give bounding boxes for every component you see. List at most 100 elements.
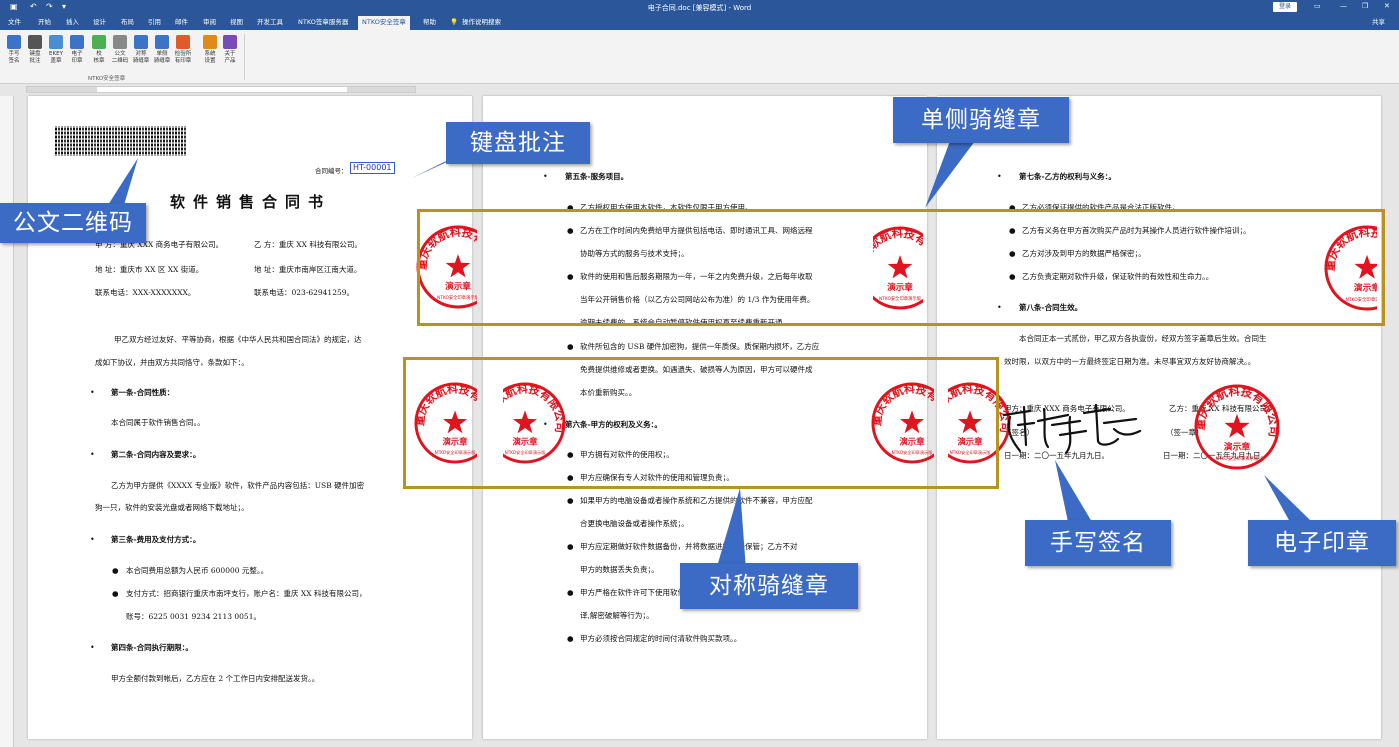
ribbon-button-label: 印章	[71, 58, 83, 64]
ribbon-button-keyboard[interactable]: 键盘 批注	[24, 35, 46, 65]
tab-file[interactable]: 文件	[8, 17, 21, 27]
electronic-seal[interactable]: 重庆软航科技有限公司 演示章 NTKO安全印章演示版	[1193, 383, 1281, 471]
ribbon-button-label: 关于	[224, 51, 236, 57]
ribbon-button-label: 手写	[8, 51, 20, 57]
ribbon-separator	[244, 34, 245, 80]
ribbon-options-icon[interactable]: ▭	[1314, 2, 1321, 10]
ribbon-button-gear[interactable]: 系统 设置	[199, 35, 221, 65]
single-side-seal-frame	[417, 209, 1385, 326]
tab-help[interactable]: 帮助	[423, 17, 436, 27]
tel-b: 联系电话：023-62941259。	[254, 288, 355, 297]
tab-ntko-seal[interactable]: NTKO安全签章	[358, 16, 410, 30]
callout-handwritten-signature: 手写签名	[1025, 520, 1171, 566]
handwritten-signature[interactable]	[1000, 395, 1145, 455]
horizontal-ruler[interactable]	[26, 86, 416, 93]
callout-qr-code: 公文二维码	[0, 203, 146, 243]
refresh-icon	[92, 35, 106, 49]
section-6-bullet-6: 甲方必须按合同规定的时间付清软件购买款项。。	[580, 634, 742, 643]
pen-icon	[7, 35, 21, 49]
svg-text:演示章: 演示章	[1224, 441, 1251, 453]
section-5-heading: 第五条-服务项目。	[565, 172, 629, 181]
section-5-bullet-4: 软件所包含的 USB 硬件加密狗，提供一年质保。质保期内损坏，乙方应	[580, 342, 820, 351]
ribbon-button-label: 系统	[204, 51, 216, 57]
title-bar: ▣ ↶ ↷ ▾ 电子合同.doc [兼容模式] - Word 登录 ▭ — ❐ …	[0, 0, 1399, 14]
ribbon-button-label: 核章	[93, 58, 105, 64]
tab-layout[interactable]: 布局	[121, 17, 134, 27]
stamp-icon	[70, 35, 84, 49]
single-seal-icon	[155, 35, 169, 49]
ribbon-button-label: 键盘	[29, 51, 41, 57]
symmetric-seal-icon	[134, 35, 148, 49]
share-button[interactable]: 共享	[1372, 17, 1385, 27]
ribbon-tabs: 文件 开始 插入 设计 布局 引用 邮件 审阅 视图 开发工具 NTKO签章服务…	[0, 14, 1399, 30]
section-3-account: 账号：6225 0031 9234 2113 0051。	[126, 612, 261, 621]
ribbon-button-label: 电子	[71, 51, 83, 57]
close-icon[interactable]: ✕	[1384, 2, 1390, 10]
ribbon-button-single-seal[interactable]: 单侧 骑缝章	[151, 35, 173, 65]
document-title: 软件销售合同书	[170, 193, 332, 211]
ribbon-button-label: 公文	[114, 51, 126, 57]
ribbon-button-help[interactable]: 关于 产品	[219, 35, 241, 65]
vertical-ruler[interactable]	[0, 96, 14, 747]
window-title: 电子合同.doc [兼容模式] - Word	[647, 4, 752, 12]
symmetric-seal-frame	[403, 357, 999, 489]
callout-electronic-seal: 电子印章	[1248, 520, 1396, 566]
section-4-body: 甲方全额付款到帐后，乙方应在 2 个工作日内安排配送发货。。	[111, 674, 320, 683]
tab-developer[interactable]: 开发工具	[257, 17, 283, 27]
tab-home[interactable]: 开始	[38, 17, 51, 27]
intro-line-2: 成如下协议，并由双方共同恪守，条款如下：。	[95, 358, 249, 367]
section-1-heading: 第一条-合同性质：	[111, 388, 175, 397]
ribbon-button-symmetric-seal[interactable]: 对称 骑缝章	[130, 35, 152, 65]
section-3-bullet-1: 本合同费用总额为人民币 600000 元整。。	[126, 566, 269, 575]
callout-single-side-seal: 单侧骑缝章	[893, 97, 1069, 143]
tab-insert[interactable]: 插入	[66, 17, 79, 27]
ribbon-button-label: 盖章	[50, 58, 62, 64]
section-6-bullet-4: 甲方应定期做好软件数据备份，并将数据进行妥善保管；乙方不对	[580, 542, 798, 551]
tab-mailings[interactable]: 邮件	[175, 17, 188, 27]
ribbon-button-label: 检验所	[174, 51, 192, 57]
section-8-body-1: 本合同正本一式贰份，甲乙双方各执壹份，经双方签字盖章后生效。合同生	[1019, 334, 1267, 343]
restore-icon[interactable]: ❐	[1362, 2, 1368, 10]
ribbon-button-label: 骑缝章	[132, 58, 150, 64]
ribbon-button-label: 有印章	[174, 58, 192, 64]
section-3-bullet-2: 支付方式：招商银行重庆市南坪支行，账户名：重庆 XX 科技有限公司，	[126, 589, 367, 598]
section-6-bullet-4-cont: 甲方的数据丢失负责；。	[580, 565, 659, 574]
section-6-bullet-5-cont: 译,解密破解等行为；。	[580, 611, 654, 620]
section-4-heading: 第四条-合同执行期限：。	[111, 643, 193, 652]
ribbon-button-refresh[interactable]: 校核章	[88, 35, 110, 65]
ribbon-button-label: 二维码	[111, 58, 129, 64]
section-6-bullet-3-cont: 合更换电脑设备或者操作系统；。	[580, 519, 689, 528]
barcode-icon	[113, 35, 127, 49]
contract-number-annotation[interactable]: HT-00001	[350, 162, 395, 174]
section-1-body: 本合同属于软件销售合同。。	[111, 418, 205, 427]
ribbon-button-label: 产品	[224, 58, 236, 64]
tab-ntko-server[interactable]: NTKO签章服务器	[298, 17, 348, 27]
tab-view[interactable]: 视图	[230, 17, 243, 27]
lightbulb-icon: 💡	[450, 18, 459, 26]
minimize-icon[interactable]: —	[1340, 2, 1347, 10]
ribbon-button-users[interactable]: EKEY 盖章	[45, 35, 67, 65]
gear-icon	[203, 35, 217, 49]
address-b: 地 址：重庆市南岸区江南大道。	[254, 265, 362, 274]
tab-review[interactable]: 审阅	[203, 17, 216, 27]
ribbon-button-pen[interactable]: 手写 签名	[3, 35, 25, 65]
ribbon-button-label: 校	[96, 51, 102, 57]
svg-text:NTKO安全印章演示版: NTKO安全印章演示版	[1216, 455, 1259, 462]
section-2-body-2: 狗一只，软件的安装光盘或者网络下载地址；。	[95, 503, 249, 512]
address-a: 地 址：重庆市 XX 区 XX 街道。	[95, 265, 204, 274]
login-button[interactable]: 登录	[1273, 2, 1297, 12]
verify-icon	[176, 35, 190, 49]
ribbon-button-barcode[interactable]: 公文 二维码	[109, 35, 131, 65]
tab-design[interactable]: 设计	[93, 17, 106, 27]
tell-me-search[interactable]: 操作说明搜索	[462, 17, 501, 27]
ribbon-group-label: NTKO安全签章	[88, 76, 126, 82]
ribbon-button-verify[interactable]: 检验所 有印章	[172, 35, 194, 65]
keyboard-icon	[28, 35, 42, 49]
section-8-body-2: 效时限，以双方中的一方最终签定日期为准。未尽事宜双方友好协商解决。。	[1004, 357, 1256, 366]
help-icon	[223, 35, 237, 49]
party-b: 乙 方：重庆 XX 科技有限公司。	[254, 240, 362, 249]
section-2-body-1: 乙方为甲方提供《XXXX 专业版》软件，软件产品内容包括：USB 硬件加密	[111, 481, 365, 490]
ribbon-button-label: EKEY	[49, 51, 63, 57]
tab-references[interactable]: 引用	[148, 17, 161, 27]
ribbon-button-stamp[interactable]: 电子 印章	[66, 35, 88, 65]
